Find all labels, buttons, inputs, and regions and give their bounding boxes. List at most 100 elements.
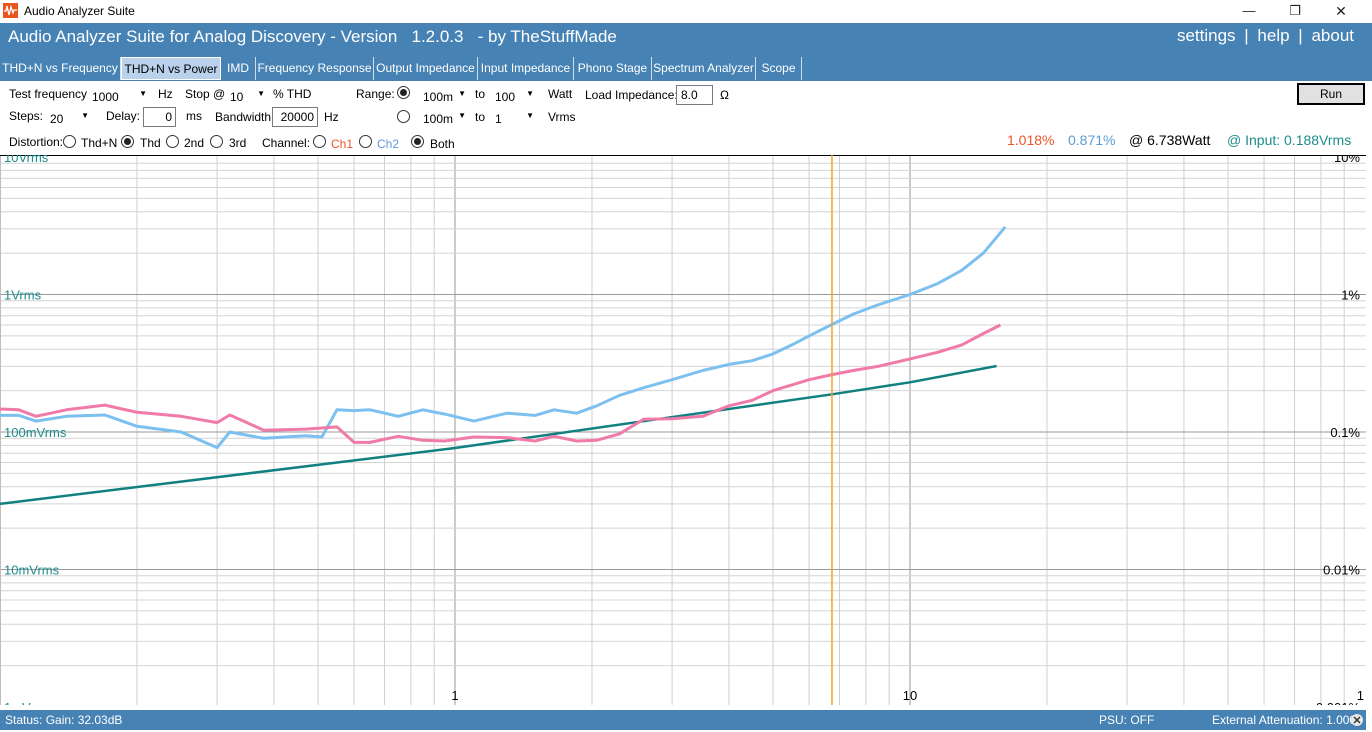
test-frequency-label: Test frequency: (9, 87, 91, 101)
vrms-label: Vrms (548, 110, 576, 124)
minimize-button[interactable]: — (1226, 0, 1272, 23)
run-button[interactable]: Run (1297, 83, 1365, 105)
series-ch1-line (0, 323, 1002, 444)
channel-both-label: Both (430, 137, 455, 151)
load-impedance-input[interactable]: 8.0 (676, 85, 713, 105)
chevron-down-icon: ▼ (458, 89, 466, 98)
right-axis-label: 1% (1341, 288, 1360, 303)
left-axis-label: 100mVrms (4, 425, 67, 440)
range-vrms-to-select[interactable]: 1 ▼ (491, 108, 537, 127)
chevron-down-icon: ▼ (257, 89, 265, 98)
app-header: Audio Analyzer Suite for Analog Discover… (0, 23, 1372, 57)
tab-phono-stage[interactable]: Phono Stage (574, 57, 652, 80)
range-watt-to-select[interactable]: 100 ▼ (491, 86, 537, 105)
distortion-thdn-radio[interactable] (63, 135, 76, 148)
chevron-down-icon: ▼ (526, 89, 534, 98)
range-vrms-from-select[interactable]: 100m ▼ (419, 108, 469, 127)
right-axis-label: 0.1% (1330, 425, 1360, 440)
bandwidth-hz-label: Hz (324, 110, 339, 124)
tab-thdn-vs-power[interactable]: THD+N vs Power (121, 57, 221, 80)
right-axis-label: 0.001% (1316, 700, 1361, 705)
ohm-label: Ω (720, 88, 729, 102)
thdn-vs-power-chart[interactable]: 10Vrms 1Vrms 100mVrms 10mVrms 1mVrms 10% 1% 0.1… (0, 155, 1366, 705)
left-axis-label: 1Vrms (4, 288, 42, 303)
bandwidth-label: Bandwidth: (215, 110, 275, 124)
distortion-2nd-label: 2nd (184, 136, 205, 150)
distortion-thd-radio[interactable] (121, 135, 134, 148)
input-readout: @ Input: 0.188Vrms (1227, 132, 1352, 148)
distortion-3rd-radio[interactable] (210, 135, 223, 148)
test-frequency-value: 1000 (92, 90, 119, 104)
left-axis-label: 10mVrms (4, 563, 60, 578)
range-vrms-radio[interactable] (397, 110, 410, 123)
tab-input-impedance[interactable]: Input Impedance (478, 57, 574, 80)
link-separator: | (1298, 26, 1303, 45)
stop-label: Stop @ (185, 87, 226, 101)
right-axis-label: 0.01% (1323, 563, 1360, 578)
title-bar: Audio Analyzer Suite — ❐ ✕ (0, 0, 1372, 23)
distortion-2nd-radio[interactable] (166, 135, 179, 148)
channel-ch2-radio[interactable] (359, 135, 372, 148)
range-watt-from-value: 100m (423, 90, 454, 104)
range-label: Range: (356, 87, 395, 101)
close-button[interactable]: ✕ (1318, 0, 1364, 23)
steps-select[interactable]: 20 ▼ (46, 108, 92, 127)
status-attenuation: External Attenuation: 1.000 (1212, 713, 1357, 727)
status-gain: Status: Gain: 32.03dB (5, 713, 123, 727)
distortion-thdn-label: Thd+N (81, 136, 118, 150)
x-tick-label: 10 (903, 688, 917, 703)
channel-ch2-label: Ch2 (377, 137, 400, 151)
resize-grip-icon[interactable] (1343, 711, 1363, 729)
chevron-down-icon: ▼ (139, 89, 147, 98)
test-frequency-select[interactable]: 1000 ▼ (88, 86, 150, 105)
to-label: to (475, 110, 486, 124)
channel-both-radio[interactable] (411, 135, 424, 148)
left-axis-label: 10Vrms (4, 155, 49, 165)
steps-label: Steps: (9, 109, 44, 123)
help-link[interactable]: help (1257, 26, 1289, 45)
chart-labels: 10Vrms 1Vrms 100mVrms 10mVrms 1mVrms 10% 1% 0.1… (4, 155, 1364, 705)
app-icon (3, 3, 18, 18)
about-link[interactable]: about (1311, 26, 1354, 45)
maximize-button[interactable]: ❐ (1272, 0, 1318, 23)
range-watt-from-select[interactable]: 100m ▼ (419, 86, 469, 105)
channel-ch1-radio[interactable] (313, 135, 326, 148)
tab-frequency-response[interactable]: Frequency Response (256, 57, 374, 80)
app-title: Audio Analyzer Suite for Analog Discover… (8, 27, 617, 46)
chevron-down-icon: ▼ (81, 111, 89, 120)
channel-label: Channel: (262, 136, 311, 150)
stop-thd-select[interactable]: 10 ▼ (226, 86, 268, 105)
bandwidth-input[interactable]: 20000 (272, 107, 318, 127)
settings-link[interactable]: settings (1177, 26, 1236, 45)
tab-thdn-vs-frequency[interactable]: THD+N vs Frequency (0, 57, 121, 80)
load-impedance-label: Load Impedance: (585, 88, 678, 102)
series-input-line (0, 364, 997, 506)
to-label: to (475, 87, 486, 101)
tab-scope[interactable]: Scope (756, 57, 802, 80)
chart-grid (0, 155, 1366, 705)
chevron-down-icon: ▼ (526, 111, 534, 120)
range-vrms-from-value: 100m (423, 112, 454, 126)
tab-imd[interactable]: IMD (221, 57, 256, 80)
thd-unit-label: % THD (273, 87, 312, 101)
hz-label: Hz (158, 87, 173, 101)
ms-label: ms (186, 109, 202, 123)
header-links: settings | help | about (1175, 26, 1356, 46)
steps-value: 20 (50, 112, 64, 126)
x-tick-label: 1 (451, 688, 458, 703)
stop-thd-value: 10 (230, 90, 244, 104)
tab-output-impedance[interactable]: Output Impedance (374, 57, 478, 80)
range-watt-to-value: 100 (495, 90, 516, 104)
link-separator: | (1244, 26, 1249, 45)
range-watt-radio[interactable] (397, 86, 410, 99)
channel-ch1-label: Ch1 (331, 137, 354, 151)
tab-spectrum-analyzer[interactable]: Spectrum Analyzer (652, 57, 756, 80)
tab-bar: THD+N vs Frequency THD+N vs Power IMD Fr… (0, 57, 1372, 81)
delay-label: Delay: (106, 109, 141, 123)
delay-input[interactable]: 0 (143, 107, 176, 127)
x-tick-label: 1 (1357, 688, 1364, 703)
ch2-thd-readout: 0.871% (1068, 132, 1116, 148)
status-bar: Status: Gain: 32.03dB PSU: OFF External … (0, 710, 1366, 730)
ch1-thd-readout: 1.018% (1007, 132, 1055, 148)
distortion-thd-label: Thd (140, 136, 161, 150)
